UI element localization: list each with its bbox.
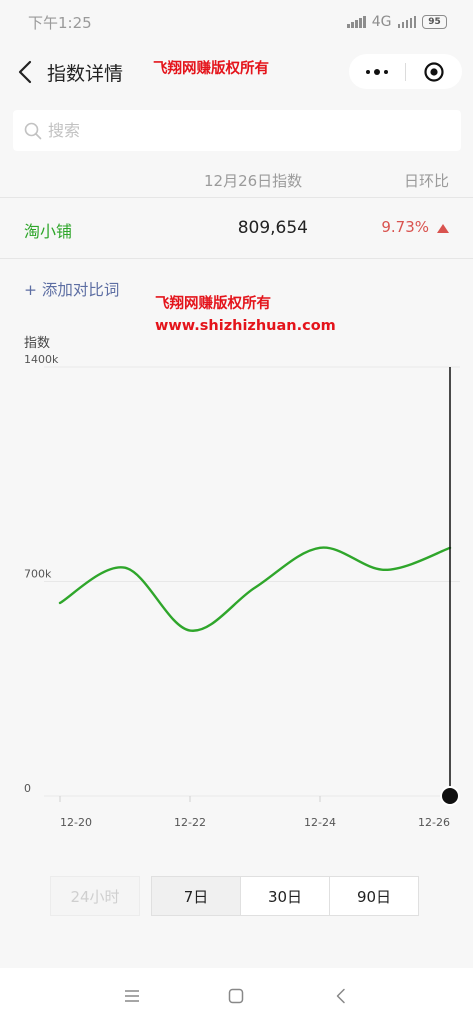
y-tick-label: 1400k	[24, 353, 59, 366]
back-triangle-icon	[336, 988, 345, 1004]
back-button[interactable]	[14, 58, 36, 86]
y-tick-label: 0	[24, 782, 31, 795]
search-input[interactable]	[48, 121, 428, 140]
status-bar: 下午1:25 4G 95	[0, 0, 473, 44]
x-tick-label: 12-26	[418, 816, 450, 829]
nav-bar: 指数详情 飞翔网赚版权所有	[0, 44, 473, 100]
menu-icon	[125, 990, 140, 1002]
watermark-top: 飞翔网赚版权所有	[153, 61, 269, 77]
y-tick-label: 700k	[24, 568, 52, 581]
search-box[interactable]	[13, 110, 461, 151]
change-value: 9.73%	[381, 218, 429, 236]
status-icons: 4G 95	[347, 14, 447, 30]
home-button[interactable]	[216, 976, 256, 1016]
home-square-icon	[229, 988, 244, 1004]
period-tab-0: 24小时	[50, 876, 140, 916]
system-navigation-bar	[0, 968, 473, 1024]
status-time: 下午1:25	[28, 13, 92, 32]
mini-program-capsule	[349, 54, 462, 89]
up-arrow-icon	[437, 224, 449, 233]
search-icon	[24, 122, 42, 139]
more-button[interactable]	[349, 54, 405, 89]
table-header: 12月26日指数 日环比	[0, 160, 473, 198]
column-header-change: 日环比	[403, 172, 449, 190]
system-back-button[interactable]	[321, 976, 361, 1016]
more-dot-icon	[384, 69, 388, 74]
period-tab-1[interactable]: 7日	[151, 876, 241, 916]
cursor-handle	[440, 786, 460, 806]
close-mini-program-button[interactable]	[406, 54, 462, 89]
menu-button[interactable]	[112, 976, 152, 1016]
battery-icon: 95	[422, 15, 447, 29]
series-line	[58, 546, 452, 632]
signal-icon-2	[397, 16, 416, 28]
watermark-url: www.shizhizhuan.com	[155, 318, 336, 334]
page-title: 指数详情	[47, 63, 124, 85]
x-tick-label: 12-22	[174, 816, 206, 829]
period-tab-3[interactable]: 90日	[329, 876, 419, 916]
chart-y-axis-label: 指数	[24, 336, 51, 351]
network-label: 4G	[371, 14, 392, 30]
period-tab-2[interactable]: 30日	[240, 876, 330, 916]
more-dot-icon	[374, 68, 380, 75]
index-line-chart[interactable]: 1400k 700k 0 12-20 12-22 12-24 12-26	[0, 350, 473, 840]
chevron-left-icon	[18, 60, 32, 84]
period-selector: 24小时 7日 30日 90日	[50, 876, 419, 916]
keyword-label: 淘小铺	[24, 222, 73, 241]
more-dot-icon	[366, 69, 370, 74]
x-tick-label: 12-20	[60, 816, 92, 829]
signal-icon	[347, 16, 366, 28]
x-tick-label: 12-24	[304, 816, 336, 829]
table-row[interactable]: 淘小铺 809,654 9.73%	[0, 199, 473, 259]
add-compare-button[interactable]: + 添加对比词	[24, 278, 119, 300]
watermark-middle: 飞翔网赚版权所有	[155, 296, 271, 312]
index-value: 809,654	[237, 218, 308, 238]
target-icon	[424, 61, 444, 82]
column-header-date: 12月26日指数	[204, 172, 303, 190]
